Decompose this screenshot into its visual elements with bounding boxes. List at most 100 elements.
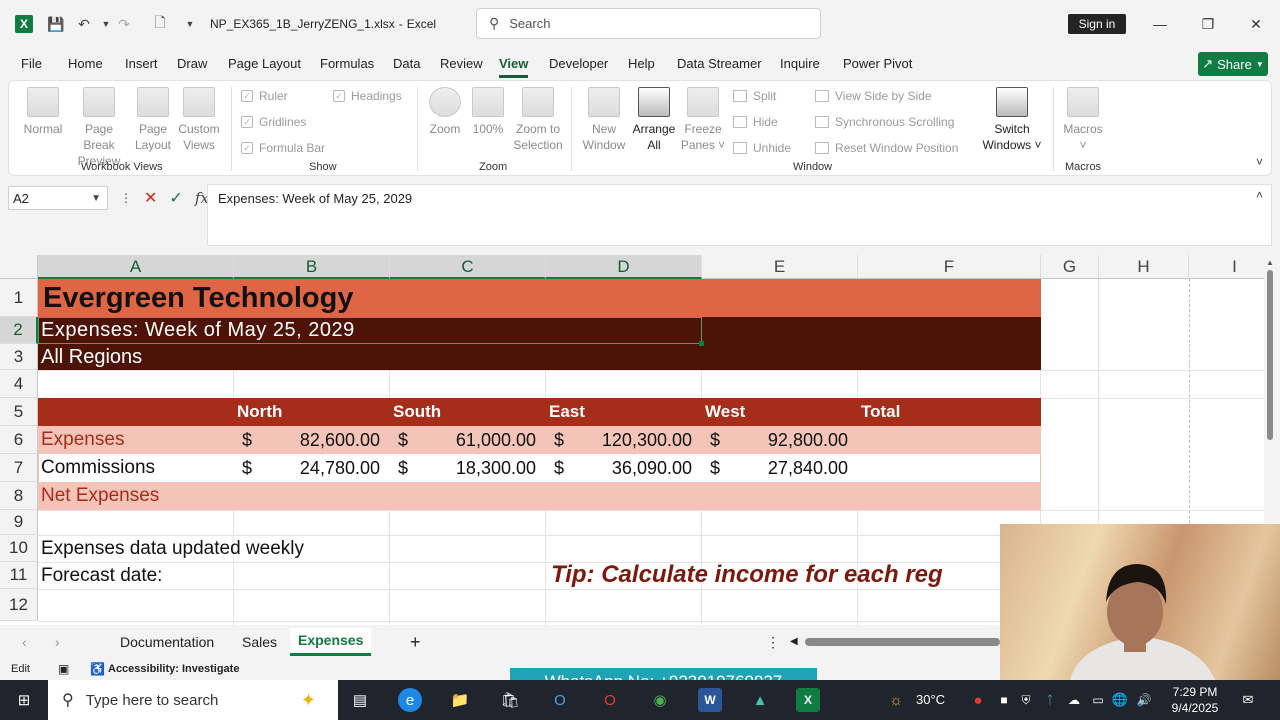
cell-d5[interactable]: East [549, 398, 585, 426]
row-header-6[interactable]: 6 [0, 426, 38, 454]
tab-options-icon[interactable]: ⋮ [766, 628, 780, 656]
battery-icon[interactable]: ▭ [1086, 688, 1110, 712]
volume-icon[interactable]: 🔊 [1132, 688, 1156, 712]
tab-review[interactable]: Review [440, 50, 483, 78]
cell-a10[interactable]: Expenses data updated weekly [41, 535, 304, 562]
more-options-icon[interactable]: ⋮ [120, 191, 132, 205]
freeze-panes-button[interactable]: Freeze Panes ˅ [679, 87, 727, 153]
cell-b7[interactable]: $24,780.00 [234, 454, 390, 482]
cell-a11[interactable]: Forecast date: [41, 562, 162, 589]
undo-dropdown-icon[interactable]: ▼ [96, 14, 116, 34]
cell-c5[interactable]: South [393, 398, 441, 426]
undo-icon[interactable]: ↶ [74, 14, 94, 34]
custom-views-button[interactable]: Custom Views [177, 87, 221, 153]
collapse-ribbon-icon[interactable]: ˅ [1256, 155, 1263, 169]
cell-e5[interactable]: West [705, 398, 745, 426]
collapse-formula-bar-icon[interactable]: ˄ [1256, 188, 1263, 202]
tab-power-pivot[interactable]: Power Pivot [843, 50, 912, 78]
page-layout-view-button[interactable]: Page Layout [131, 87, 175, 153]
row-header-10[interactable]: 10 [0, 535, 38, 562]
row-header-7[interactable]: 7 [0, 454, 38, 482]
normal-view-button[interactable]: Normal [21, 87, 65, 137]
ruler-checkbox[interactable]: ✓ Ruler [241, 89, 288, 103]
cancel-icon[interactable]: ✕ [144, 188, 157, 208]
row-header-3[interactable]: 3 [0, 344, 38, 370]
row-header-4[interactable]: 4 [0, 370, 38, 398]
horizontal-scroll-thumb[interactable] [805, 638, 1000, 646]
record-icon[interactable]: ● [966, 688, 990, 712]
macros-button[interactable]: Macros ˅ [1059, 87, 1107, 153]
bluetooth-icon[interactable]: ᛏ [1038, 688, 1062, 712]
tab-help[interactable]: Help [628, 50, 655, 78]
sign-in-button[interactable]: Sign in [1068, 14, 1126, 34]
security-icon[interactable]: ⛨ [1014, 688, 1038, 712]
row-header-12[interactable]: 12 [0, 589, 38, 621]
headings-checkbox[interactable]: ✓ Headings [333, 89, 402, 103]
column-header-e[interactable]: E [702, 255, 858, 279]
store-icon[interactable]: 🛍 [498, 688, 522, 712]
column-header-i[interactable]: I [1189, 255, 1264, 279]
tab-view[interactable]: View [499, 50, 529, 78]
zoom-button[interactable]: Zoom [423, 87, 467, 137]
redo-icon[interactable]: ↷ [114, 14, 134, 34]
cell-d6[interactable]: $120,300.00 [546, 426, 702, 454]
page-break-preview-button[interactable]: Page Break Preview [71, 87, 127, 169]
windows-start-icon[interactable]: ⊞ [12, 688, 36, 712]
opera-icon[interactable]: O [598, 688, 622, 712]
zoom-100-button[interactable]: 100% [469, 87, 507, 137]
chrome-icon[interactable]: ◉ [648, 688, 672, 712]
row-header-11[interactable]: 11 [0, 562, 38, 589]
row-header-5[interactable]: 5 [0, 398, 38, 426]
row-header-1[interactable]: 1 [0, 279, 38, 317]
arrange-all-button[interactable]: Arrange All [629, 87, 679, 153]
add-sheet-icon[interactable]: + [410, 628, 421, 656]
scroll-left-icon[interactable]: ◀ [790, 628, 798, 656]
cell-b6[interactable]: $82,600.00 [234, 426, 390, 454]
cell-d7[interactable]: $36,090.00 [546, 454, 702, 482]
tab-inquire[interactable]: Inquire [780, 50, 820, 78]
new-window-button[interactable]: New Window [579, 87, 629, 153]
hide-button[interactable]: Hide [733, 115, 778, 129]
select-all-corner[interactable] [0, 255, 38, 279]
tray-icon[interactable]: ■ [992, 688, 1016, 712]
row-header-8[interactable]: 8 [0, 482, 38, 510]
view-side-by-side-button[interactable]: View Side by Side [815, 89, 932, 103]
outlook-icon[interactable]: O [548, 688, 572, 712]
column-header-g[interactable]: G [1041, 255, 1099, 279]
cell-b5[interactable]: North [237, 398, 282, 426]
cell-a2[interactable]: Expenses: Week of May 25, 2029 [41, 317, 355, 344]
edge-browser-icon[interactable]: e [398, 688, 422, 712]
cloud-icon[interactable]: ☁ [1062, 688, 1086, 712]
unhide-button[interactable]: Unhide [733, 141, 791, 155]
word-icon[interactable]: W [698, 688, 722, 712]
restore-icon[interactable]: ❐ [1196, 12, 1220, 36]
tab-developer[interactable]: Developer [549, 50, 608, 78]
column-header-c[interactable]: C [390, 255, 546, 279]
name-box[interactable]: A2 ▼ [8, 186, 108, 210]
sheet-tab-sales[interactable]: Sales [242, 628, 277, 656]
tab-formulas[interactable]: Formulas [320, 50, 374, 78]
excel-taskbar-icon[interactable]: X [796, 688, 820, 712]
share-button[interactable]: ↗ Share ▼ [1198, 52, 1268, 76]
synchronous-scrolling-button[interactable]: Synchronous Scrolling [815, 115, 954, 129]
split-button[interactable]: Split [733, 89, 776, 103]
cell-e6[interactable]: $92,800.00 [702, 426, 858, 454]
prev-sheet-icon[interactable]: ‹ [22, 628, 27, 656]
cell-f5[interactable]: Total [861, 398, 900, 426]
cell-a8[interactable]: Net Expenses [41, 482, 159, 510]
column-header-b[interactable]: B [234, 255, 390, 279]
minimize-icon[interactable]: — [1148, 12, 1172, 36]
enter-icon[interactable]: ✓ [169, 188, 182, 208]
formula-input[interactable]: Expenses: Week of May 25, 2029 [207, 184, 1272, 246]
row-header-9[interactable]: 9 [0, 510, 38, 535]
network-icon[interactable]: 🌐 [1108, 688, 1132, 712]
taskbar-search-input[interactable]: ⚲ Type here to search ✦ [48, 680, 338, 720]
column-header-d[interactable]: D [546, 255, 702, 279]
tab-page-layout[interactable]: Page Layout [228, 50, 301, 78]
reset-window-position-button[interactable]: Reset Window Position [815, 141, 958, 155]
cell-a1[interactable]: Evergreen Technology [43, 279, 354, 317]
file-explorer-icon[interactable]: 📁 [448, 688, 472, 712]
cell-c6[interactable]: $61,000.00 [390, 426, 546, 454]
column-header-a[interactable]: A [38, 255, 234, 279]
gridlines-checkbox[interactable]: ✓ Gridlines [241, 115, 306, 129]
